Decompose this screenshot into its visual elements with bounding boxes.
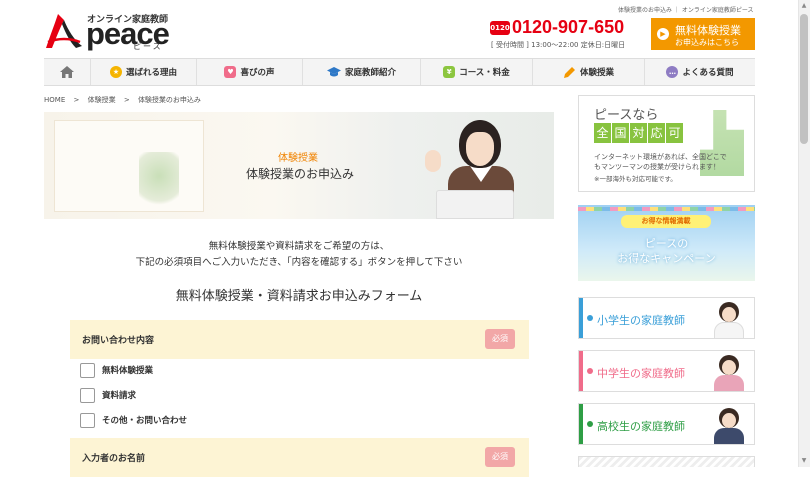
- highlight-char: 全: [594, 123, 611, 143]
- breadcrumb-current: 体験授業のお申込み: [137, 96, 201, 104]
- campaign-line1: ピースの: [644, 237, 689, 250]
- hero-hand: [425, 150, 441, 172]
- page-title: 体験授業のお申込み: [245, 167, 354, 181]
- tutor-link-label: 小学生の家庭教師: [597, 314, 685, 327]
- breadcrumb-separator: >: [123, 96, 130, 104]
- option-label: その他・お問い合わせ: [102, 416, 188, 426]
- option-label: 無料体験授業: [102, 366, 154, 376]
- scroll-up-icon[interactable]: ▲: [800, 2, 808, 10]
- heart-icon: ♥: [224, 66, 237, 78]
- junior-high-tutor-link[interactable]: 中学生の家庭教師: [578, 350, 755, 392]
- campaign-line2: お得なキャンペーン: [617, 252, 716, 265]
- bullet-icon: [587, 368, 593, 374]
- nav-label: 選ばれる理由: [125, 68, 177, 78]
- nav-label: 喜びの声: [240, 68, 275, 78]
- breadcrumb-trial[interactable]: 体験授業: [88, 96, 116, 104]
- highlight-char: 可: [666, 123, 683, 143]
- breadcrumb-home[interactable]: HOME: [44, 96, 65, 104]
- section-title: 入力者のお名前: [82, 454, 146, 464]
- hero-girl-face: [466, 132, 494, 166]
- section-title: お問い合わせ内容: [82, 336, 155, 346]
- breadcrumb: HOME > 体験授業 > 体験授業のお申込み: [44, 95, 207, 105]
- graduation-cap-icon: [326, 67, 341, 77]
- tutor-link-label: 中学生の家庭教師: [597, 367, 685, 380]
- option-brochure[interactable]: 資料請求: [80, 387, 136, 403]
- tutor-link-label: 高校生の家庭教師: [597, 420, 685, 433]
- trial-lesson-button[interactable]: ▶ 無料体験授業 お申込みはこちら: [651, 18, 755, 50]
- highlight-char: 対: [630, 123, 647, 143]
- nationwide-banner[interactable]: ピースなら 全 国 対 応 可 インターネット環境があれば、全国どこで もマンツ…: [578, 95, 755, 192]
- form-section-inquiry: お問い合わせ内容 必須: [70, 320, 529, 359]
- intro-line-2: 下記の必須項目へご入力いただき、「内容を確認する」ボタンを押して下さい: [135, 257, 463, 268]
- form-title: 無料体験授業・資料請求お申込みフォーム: [175, 289, 423, 304]
- intro-line-1: 無料体験授業や資料請求をご希望の方は、: [208, 241, 390, 252]
- high-school-tutor-link[interactable]: 高校生の家庭教師: [578, 403, 755, 445]
- nationwide-highlight: 全 国 対 応 可: [594, 123, 684, 143]
- home-icon: [60, 66, 74, 78]
- option-label: 資料請求: [102, 391, 137, 401]
- nav-label: 家庭教師紹介: [344, 68, 396, 78]
- logo-kana: ピース: [133, 42, 163, 51]
- student-illustration: [714, 302, 744, 338]
- hero-plant: [139, 152, 179, 212]
- student-illustration: [714, 355, 744, 391]
- bullet-icon: [587, 315, 593, 321]
- laptop-icon: [436, 190, 514, 219]
- scrollbar-thumb[interactable]: [800, 14, 808, 144]
- highlight-char: 国: [612, 123, 629, 143]
- nationwide-desc: もマンツーマンの授業が受けられます！: [594, 163, 720, 171]
- required-badge: 必須: [485, 447, 515, 467]
- accent-bar: [579, 298, 583, 338]
- medal-icon: ★: [109, 66, 122, 78]
- nav-label: よくある質問: [682, 68, 734, 78]
- accent-bar: [579, 351, 583, 391]
- elementary-tutor-link[interactable]: 小学生の家庭教師: [578, 297, 755, 339]
- phone-icon: 0120: [490, 21, 510, 35]
- nav-courses[interactable]: ¥ コース・料金: [421, 59, 533, 85]
- nav-home[interactable]: [44, 59, 91, 85]
- logo-mark[interactable]: [44, 12, 84, 50]
- scroll-down-icon[interactable]: ▼: [800, 457, 808, 465]
- breadcrumb-separator: >: [73, 96, 80, 104]
- global-nav: ★ 選ばれる理由 ♥ 喜びの声 家庭教師紹介 ¥ コース・料金 体験授業 … よ…: [44, 58, 755, 86]
- campaign-tag: お得な情報満載: [621, 215, 711, 228]
- tel-number[interactable]: 0120-907-650: [512, 17, 624, 38]
- option-other[interactable]: その他・お問い合わせ: [80, 412, 187, 428]
- pencil-icon: [563, 66, 575, 78]
- form-section-name: 入力者のお名前 必須: [70, 438, 529, 477]
- trial-button-line2: お申込みはこちら: [675, 38, 739, 47]
- hero-window: [54, 120, 204, 212]
- student-illustration: [714, 408, 744, 444]
- nav-tutors[interactable]: 家庭教師紹介: [303, 59, 421, 85]
- nav-reasons[interactable]: ★ 選ばれる理由: [91, 59, 197, 85]
- nav-trial[interactable]: 体験授業: [533, 59, 645, 85]
- next-banner-partial[interactable]: [578, 456, 755, 467]
- checkbox[interactable]: [80, 412, 95, 428]
- tel-hours: [ 受付時間 ] 13:00～22:00 定休日:日曜日: [491, 41, 626, 49]
- bullet-icon: [587, 421, 593, 427]
- accent-bar: [579, 404, 583, 444]
- nationwide-lead: ピースなら: [594, 108, 659, 123]
- option-free-trial[interactable]: 無料体験授業: [80, 362, 153, 378]
- nav-voices[interactable]: ♥ 喜びの声: [197, 59, 303, 85]
- nationwide-desc: インターネット環境があれば、全国どこで: [594, 153, 727, 161]
- chat-icon: …: [666, 66, 679, 78]
- required-badge: 必須: [485, 329, 515, 349]
- trial-button-line1: 無料体験授業: [675, 24, 741, 37]
- campaign-banner[interactable]: お得な情報満載 ピースの お得なキャンペーン: [578, 205, 755, 281]
- nationwide-note: ※一部海外も対応可能です。: [594, 175, 677, 183]
- hero-category: 体験授業: [278, 153, 318, 164]
- arrow-right-icon: ▶: [657, 28, 669, 40]
- checkbox[interactable]: [80, 387, 95, 403]
- nav-label: コース・料金: [459, 68, 510, 78]
- highlight-char: 応: [648, 123, 665, 143]
- top-links[interactable]: 体験授業のお申込み ｜ オンライン家庭教師ピース: [618, 5, 754, 14]
- checkbox[interactable]: [80, 362, 95, 378]
- nav-label: 体験授業: [579, 68, 614, 78]
- nav-faq[interactable]: … よくある質問: [645, 59, 755, 85]
- yen-icon: ¥: [443, 66, 456, 78]
